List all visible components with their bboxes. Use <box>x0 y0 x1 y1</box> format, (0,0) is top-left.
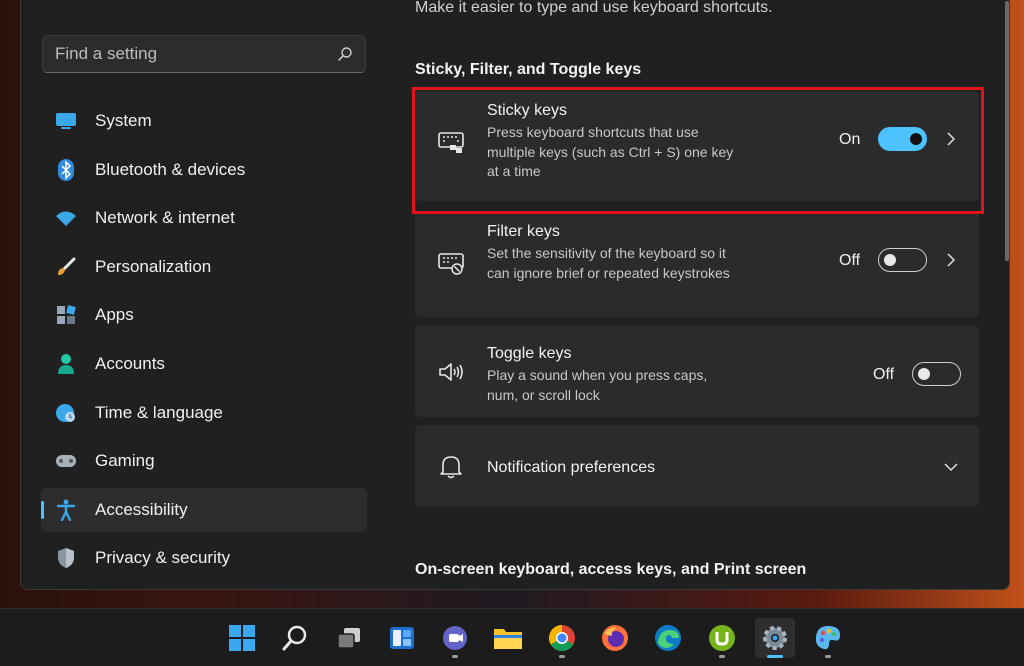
sticky-keys-toggle[interactable] <box>878 127 927 151</box>
toggle-keys-toggle[interactable] <box>912 362 961 386</box>
filter-keys-toggle[interactable] <box>878 248 927 272</box>
card-title: Filter keys <box>487 223 560 240</box>
toggle-state-label: Off <box>873 366 895 383</box>
page-subtitle: Make it easier to type and use keyboard … <box>415 0 773 16</box>
file-explorer-icon[interactable] <box>488 618 528 658</box>
utorrent-icon[interactable] <box>702 618 742 658</box>
sidebar-item-accessibility[interactable]: Accessibility <box>41 487 367 532</box>
sticky-keys-card[interactable]: Sticky keys Press keyboard shortcuts tha… <box>415 91 979 201</box>
search-box[interactable] <box>42 35 366 73</box>
settings-window: System Bluetooth & devices Network & int… <box>20 0 1010 590</box>
sidebar-item-label: Apps <box>95 305 134 325</box>
search-icon[interactable] <box>337 46 353 62</box>
task-view-icon[interactable] <box>329 618 369 658</box>
section-title: Sticky, Filter, and Toggle keys <box>415 61 642 78</box>
sidebar-item-label: Bluetooth & devices <box>95 159 246 179</box>
card-title: Notification preferences <box>487 459 656 476</box>
bluetooth-icon <box>55 158 77 181</box>
filter-keyboard-icon <box>438 253 464 275</box>
widgets-icon[interactable] <box>382 618 422 658</box>
sidebar-item-label: Network & internet <box>95 208 235 228</box>
sidebar-item-system[interactable]: System <box>41 99 367 143</box>
taskbar <box>0 608 1024 666</box>
toggle-state-label: Off <box>839 252 861 269</box>
search-input[interactable] <box>55 44 337 64</box>
shield-icon <box>55 547 77 569</box>
sidebar-item-personalization[interactable]: Personalization <box>41 245 367 289</box>
toggle-keys-card[interactable]: Toggle keys Play a sound when you press … <box>415 325 979 417</box>
sidebar-item-label: Accessibility <box>95 499 188 519</box>
sidebar-item-label: Personalization <box>95 256 212 276</box>
windows-start-icon[interactable] <box>222 618 262 658</box>
person-icon <box>55 353 77 375</box>
card-title: Toggle keys <box>487 345 572 362</box>
brush-icon <box>55 256 77 278</box>
card-title: Sticky keys <box>487 102 568 119</box>
chevron-down-icon[interactable] <box>944 460 958 474</box>
globe-clock-icon <box>55 402 77 424</box>
firefox-icon[interactable] <box>595 618 635 658</box>
gamepad-icon <box>55 450 77 472</box>
sidebar-item-apps[interactable]: Apps <box>41 293 367 337</box>
sidebar-item-accounts[interactable]: Accounts <box>41 342 367 386</box>
sidebar-item-network[interactable]: Network & internet <box>41 196 367 240</box>
monitor-icon <box>55 110 77 132</box>
settings-icon[interactable] <box>754 618 795 658</box>
chevron-right-icon[interactable] <box>944 132 958 146</box>
section-title: On-screen keyboard, access keys, and Pri… <box>415 561 807 578</box>
sidebar-item-label: Gaming <box>95 451 155 471</box>
chrome-icon[interactable] <box>542 618 582 658</box>
sidebar-item-label: Time & language <box>95 402 223 422</box>
sidebar-item-time-language[interactable]: Time & language <box>41 391 367 435</box>
notification-preferences-card[interactable]: Notification preferences <box>415 425 979 507</box>
accessibility-icon <box>55 499 77 521</box>
card-description: Set the sensitivity of the keyboard so i… <box>487 245 730 281</box>
edge-icon[interactable] <box>648 618 688 658</box>
filter-keys-card[interactable]: Filter keys Set the sensitivity of the k… <box>415 211 979 317</box>
sidebar-item-label: Accounts <box>95 353 165 373</box>
chevron-right-icon[interactable] <box>944 253 958 267</box>
sidebar-item-label: Privacy & security <box>95 548 231 568</box>
sidebar-item-label: System <box>95 111 152 130</box>
wifi-icon <box>55 207 77 229</box>
apps-icon <box>55 304 77 326</box>
sidebar-item-bluetooth[interactable]: Bluetooth & devices <box>41 148 367 192</box>
sidebar-item-gaming[interactable]: Gaming <box>41 439 367 483</box>
sticky-keyboard-icon <box>438 132 464 153</box>
main-content: Make it easier to type and use keyboard … <box>415 0 981 589</box>
search-icon[interactable] <box>275 618 315 658</box>
card-description: Play a sound when you press caps, num, o… <box>487 367 708 403</box>
teams-chat-icon[interactable] <box>435 618 475 658</box>
speaker-icon <box>439 363 463 381</box>
sidebar-item-privacy[interactable]: Privacy & security <box>41 536 367 580</box>
paint-icon[interactable] <box>808 618 848 658</box>
scrollbar[interactable] <box>1005 1 1009 261</box>
bell-icon <box>440 456 462 479</box>
card-description: Press keyboard shortcuts that use multip… <box>487 124 734 179</box>
toggle-state-label: On <box>839 131 861 148</box>
sidebar-nav: System Bluetooth & devices Network & int… <box>41 99 367 585</box>
